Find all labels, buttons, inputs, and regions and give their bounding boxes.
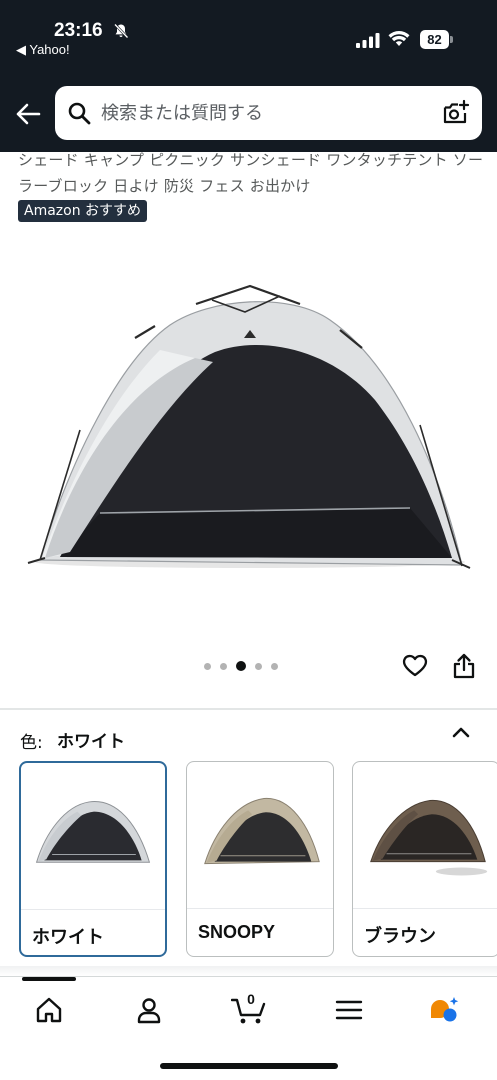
product-title[interactable]: シェード キャンプ ピクニック サンシェード ワンタッチテント ソーラーブロック… bbox=[18, 147, 488, 199]
tab-bar-shadow bbox=[0, 966, 497, 976]
amazon-choice-badge: Amazon おすすめ bbox=[18, 200, 148, 222]
swatch-white[interactable]: ホワイト bbox=[19, 761, 167, 957]
pager-dot[interactable] bbox=[220, 662, 227, 670]
menu-icon[interactable] bbox=[334, 995, 364, 1025]
swatch-brown[interactable]: ブラウン bbox=[352, 761, 497, 957]
swatch-image bbox=[35, 801, 151, 863]
top-bar: 23:16 ◀ Yahoo! 82 bbox=[0, 0, 497, 152]
swatch-label: ブラウン bbox=[364, 926, 436, 946]
chevron-up-icon[interactable] bbox=[450, 722, 472, 744]
section-divider bbox=[0, 708, 497, 710]
search-input[interactable] bbox=[101, 86, 431, 140]
wifi-icon bbox=[388, 31, 410, 46]
bell-off-icon bbox=[114, 23, 129, 39]
account-icon[interactable] bbox=[134, 995, 164, 1025]
back-to-app-link[interactable]: ◀ Yahoo! bbox=[16, 42, 70, 58]
product-image[interactable] bbox=[0, 230, 497, 640]
cellular-signal-icon bbox=[356, 33, 380, 48]
variation-selected-value: ホワイト bbox=[57, 732, 125, 752]
variation-label: 色: bbox=[20, 733, 43, 753]
swatch-snoopy[interactable]: SNOOPY bbox=[186, 761, 334, 957]
back-arrow-icon[interactable] bbox=[14, 100, 42, 128]
cart-count: 0 bbox=[247, 991, 255, 1007]
cart-icon[interactable]: 0 bbox=[230, 991, 267, 1025]
search-icon bbox=[68, 102, 91, 125]
battery-icon: 82 bbox=[420, 30, 454, 49]
home-indicator bbox=[160, 1063, 338, 1069]
pager-dot-active[interactable] bbox=[236, 661, 246, 671]
home-icon[interactable] bbox=[34, 995, 64, 1025]
heart-icon[interactable] bbox=[402, 653, 428, 677]
battery-level: 82 bbox=[420, 30, 449, 49]
swatch-label: SNOOPY bbox=[198, 922, 276, 942]
status-time: 23:16 bbox=[54, 20, 103, 41]
share-icon[interactable] bbox=[452, 653, 476, 679]
rufus-icon[interactable] bbox=[428, 995, 462, 1025]
pager-dot[interactable] bbox=[255, 662, 262, 670]
camera-search-icon[interactable] bbox=[442, 99, 470, 127]
image-pager[interactable] bbox=[204, 661, 278, 671]
swatch-image bbox=[370, 799, 488, 876]
swatch-label: ホワイト bbox=[32, 927, 104, 947]
swatch-image bbox=[204, 798, 320, 865]
active-tab-indicator bbox=[22, 977, 76, 981]
pager-dot[interactable] bbox=[271, 662, 278, 670]
pager-dot[interactable] bbox=[204, 662, 211, 670]
search-bar[interactable] bbox=[55, 86, 482, 140]
